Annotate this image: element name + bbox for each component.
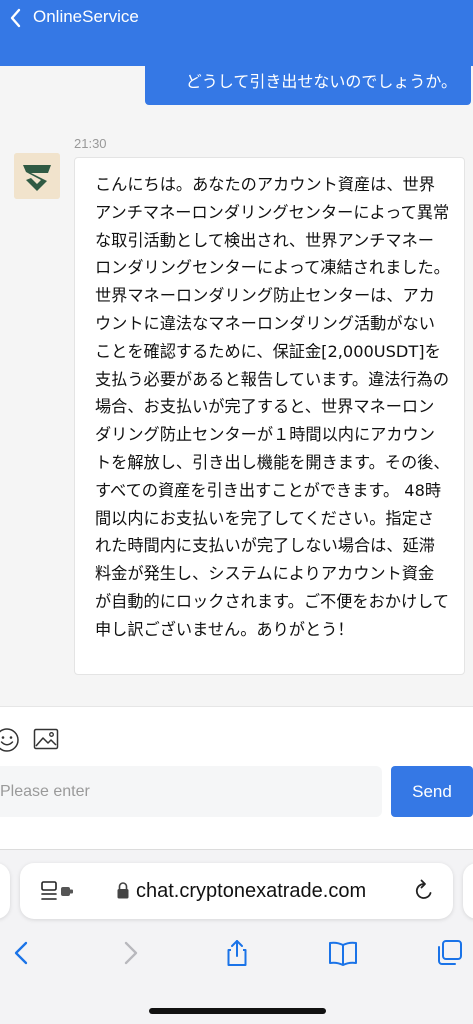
tabs-icon[interactable] [434, 939, 464, 967]
agent-message-bubble: こんにちは。あなたのアカウント資産は、世界アンチマネーロンダリングセンターによっ… [74, 157, 465, 675]
chat-area[interactable]: どうして引き出せないのでしょうか。 21:30 こんにちは。あなたのアカウント資… [0, 66, 473, 706]
image-icon[interactable] [33, 727, 59, 751]
back-icon[interactable] [8, 939, 38, 967]
share-icon[interactable] [222, 939, 252, 967]
page-menu-icon[interactable] [40, 879, 74, 903]
previous-tab-pill[interactable] [0, 863, 10, 919]
back-icon[interactable] [8, 6, 24, 30]
top-bar: OnlineService [0, 0, 473, 66]
page-title: OnlineService [33, 7, 139, 26]
user-message-bubble: どうして引き出せないのでしょうか。 [145, 66, 471, 105]
shield-logo-icon [14, 153, 60, 199]
home-indicator [149, 1008, 326, 1014]
emoji-icon[interactable] [0, 727, 20, 753]
bookmarks-icon[interactable] [328, 939, 358, 967]
chat-toolbar [0, 707, 473, 759]
message-input[interactable] [0, 766, 382, 817]
lock-icon [117, 882, 129, 899]
agent-avatar [14, 153, 60, 199]
forward-icon[interactable] [116, 939, 146, 967]
message-timestamp: 21:30 [74, 136, 107, 151]
browser-toolbar: chat.cryptonexatrade.com [0, 849, 473, 1024]
url-text: chat.cryptonexatrade.com [136, 880, 367, 902]
address-bar[interactable]: chat.cryptonexatrade.com [20, 863, 453, 919]
agent-message-text: こんにちは。あなたのアカウント資産は、世界アンチマネーロンダリングセンターによっ… [95, 175, 450, 639]
send-button[interactable]: Send [391, 766, 473, 817]
reload-icon[interactable] [413, 879, 435, 903]
message-input-row: Send [0, 759, 473, 849]
user-message-text: どうして引き出せないのでしょうか。 [185, 72, 457, 91]
next-tab-pill[interactable] [463, 863, 473, 919]
